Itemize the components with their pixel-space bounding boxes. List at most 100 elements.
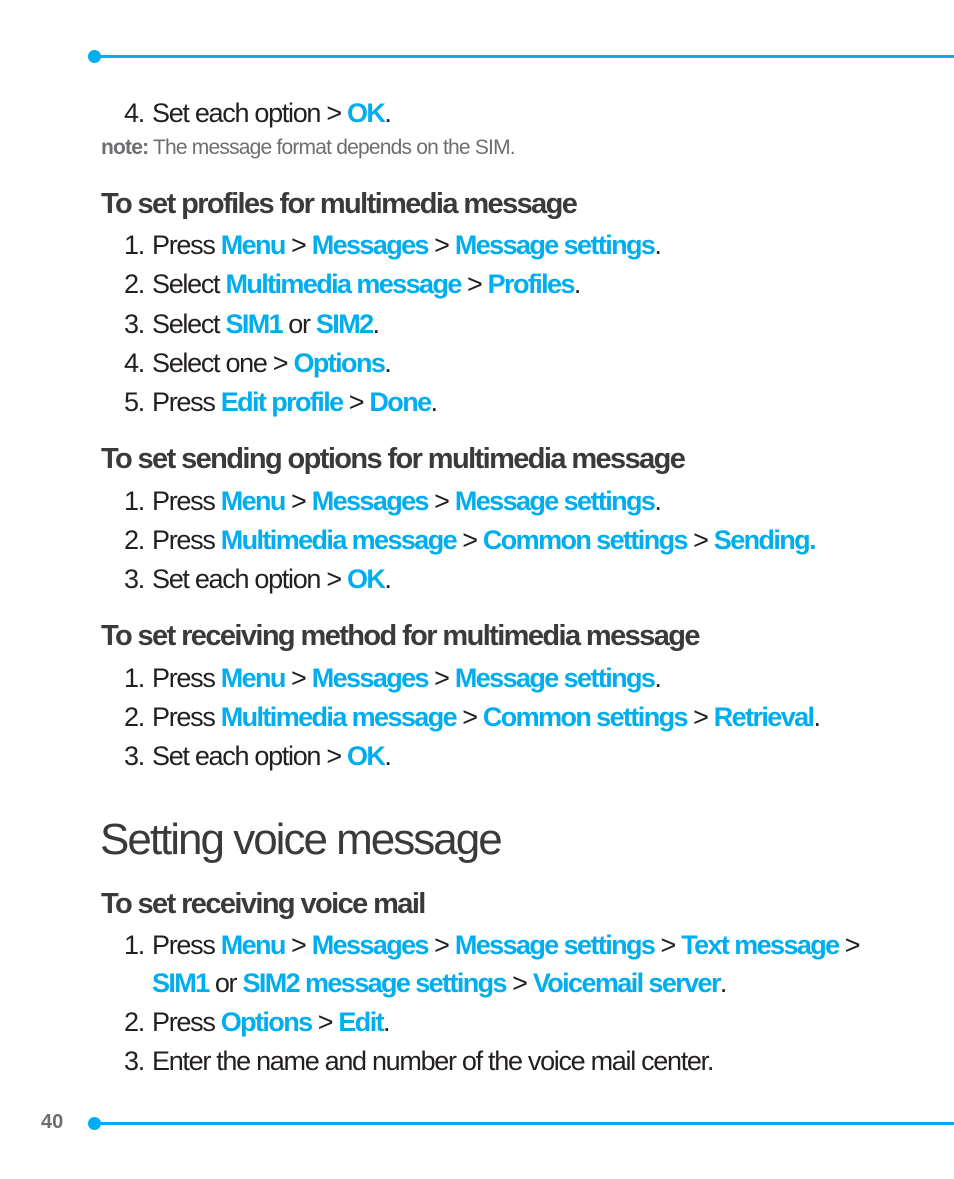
step-number: 5. (124, 387, 145, 417)
step-number: 3. (124, 741, 145, 771)
step-text: Enter the name and number of the voice m… (152, 1046, 714, 1076)
step-number: 3. (124, 1046, 145, 1076)
ui-term: Menu (220, 930, 287, 960)
step-number: 2. (124, 525, 145, 555)
step-text: . (384, 741, 392, 771)
step-text: Press (152, 663, 221, 693)
step-text: or (208, 968, 243, 998)
step-text: > (342, 387, 370, 417)
step-text: . (573, 269, 582, 299)
step-text: > (284, 486, 312, 516)
ui-term: SIM1 (152, 968, 210, 998)
step-text: > (427, 663, 455, 693)
step-text: > (427, 230, 455, 260)
note: note: The message format depends on the … (101, 136, 516, 159)
list-item: 2. Select Multimedia message > Profiles. (124, 269, 582, 300)
ui-term: Message settings (454, 486, 656, 516)
page-number: 40 (41, 1111, 64, 1133)
ui-term: Edit (338, 1007, 384, 1037)
step-text: > (427, 486, 455, 516)
ui-term: Text message (681, 930, 840, 960)
step-text: . (372, 309, 381, 339)
ui-term: Voicemail server (532, 968, 722, 998)
ui-term: Message settings (454, 230, 656, 260)
ui-term: Done (369, 387, 432, 417)
list-item: 2. Press Options > Edit. (124, 1007, 391, 1038)
step-text: Press (152, 702, 221, 732)
step-text: or (282, 309, 316, 339)
ui-term: Common settings (482, 525, 689, 555)
step-text: > (838, 930, 861, 960)
ui-term: Sending. (713, 525, 817, 555)
step-text: Select one > (152, 348, 294, 378)
step-text: > (284, 663, 312, 693)
ui-term: Message settings (454, 663, 656, 693)
ui-term: SIM1 (225, 309, 283, 339)
ui-term: Edit profile (220, 387, 344, 417)
ui-term: Profiles (487, 269, 576, 299)
step-number: 2. (124, 702, 145, 732)
step-number: 4. (124, 348, 145, 378)
list-item: 3. Enter the name and number of the voice… (124, 1046, 714, 1077)
list-item: 1. Press Menu > Messages > Message settin… (124, 663, 662, 694)
ui-term: Options (293, 348, 385, 378)
step-text: > (654, 930, 682, 960)
ui-term: Menu (220, 663, 287, 693)
list-item: 3. Select SIM1 or SIM2. (124, 309, 381, 340)
step-text: > (686, 702, 714, 732)
list-item: 2. Press Multimedia message > Common sett… (124, 525, 817, 556)
list-item: 4. Select one > Options. (124, 348, 392, 379)
step-text: > (456, 525, 483, 555)
step-text: > (311, 1007, 339, 1037)
step-text: > (427, 930, 455, 960)
step-text: Select (152, 309, 226, 339)
section-heading: To set receiving method for multimedia m… (101, 620, 700, 652)
step-text: Select (152, 269, 226, 299)
ui-term: Multimedia message (220, 702, 458, 732)
ui-term: Options (220, 1007, 313, 1037)
ui-term: OK (347, 564, 386, 594)
step-number: 2. (124, 1007, 145, 1037)
step-text: . (813, 702, 821, 732)
step-text: . (654, 663, 662, 693)
step-text: Press (152, 525, 221, 555)
step-number: 1. (124, 230, 145, 260)
step-text: Set each option > (152, 741, 348, 771)
ui-term: Menu (220, 230, 287, 260)
step-text: . (654, 486, 662, 516)
ui-term: SIM2 (315, 309, 374, 339)
step-text: Press (152, 230, 221, 260)
step-number: 1. (124, 486, 145, 516)
ui-term: Messages (311, 930, 430, 960)
ui-term: SIM2 message settings (242, 968, 507, 998)
step-text: Set each option > (152, 564, 348, 594)
step-text: . (384, 98, 392, 128)
list-item: 3. Set each option > OK. (124, 564, 392, 595)
ui-term: OK (347, 741, 386, 771)
list-item-continuation: SIM1 or SIM2 message settings > Voicemai… (152, 968, 727, 999)
step-text: Press (152, 1007, 221, 1037)
step-text: Press (152, 387, 221, 417)
step-text: Set each option > (152, 98, 348, 128)
step-number: 2. (124, 269, 145, 299)
step-text: > (505, 968, 533, 998)
step-text: Press (152, 930, 221, 960)
step-number: 1. (124, 930, 145, 960)
list-item: 3. Set each option > OK. (124, 741, 392, 772)
footer-rule (94, 1122, 954, 1125)
header-rule (94, 55, 954, 58)
step-text: . (654, 230, 662, 260)
section-heading: To set sending options for multimedia me… (101, 443, 686, 475)
list-item: 1. Press Menu > Messages > Message settin… (124, 930, 861, 961)
step-text: . (383, 1007, 391, 1037)
section-heading: To set receiving voice mail (101, 888, 426, 920)
step-text: . (384, 348, 392, 378)
step-number: 1. (124, 663, 145, 693)
step-text: . (384, 564, 392, 594)
ui-term: Common settings (482, 702, 689, 732)
list-item: 2. Press Multimedia message > Common sett… (124, 702, 821, 733)
ui-term: Menu (220, 486, 287, 516)
list-item: 5. Press Edit profile > Done. (124, 387, 438, 418)
ui-term: Multimedia message (225, 269, 462, 299)
ui-term: OK (347, 98, 386, 128)
